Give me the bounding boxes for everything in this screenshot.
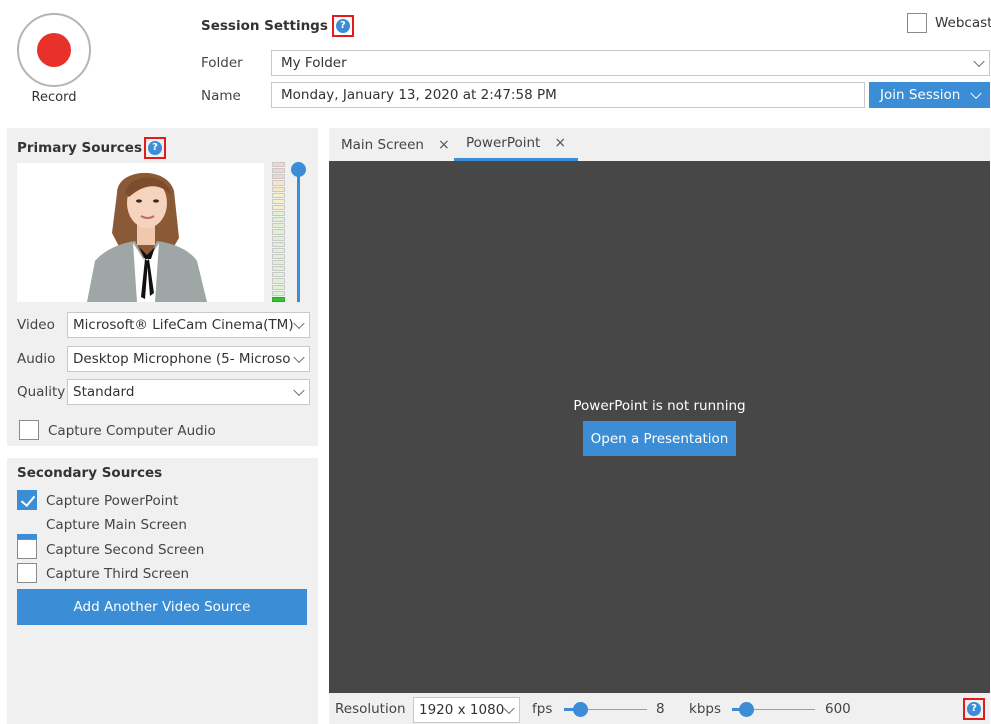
webcam-preview — [17, 163, 264, 302]
capture-second-screen-label: Capture Second Screen — [46, 542, 205, 558]
session-name-input[interactable]: Monday, January 13, 2020 at 2:47:58 PM — [271, 82, 865, 108]
primary-sources-help-button[interactable]: ? — [143, 137, 166, 159]
quality-select[interactable]: Standard — [67, 379, 310, 405]
secondary-sources-title: Secondary Sources — [17, 465, 163, 481]
audio-label: Audio — [17, 351, 56, 367]
chevron-down-icon — [970, 87, 982, 100]
record-label: Record — [31, 90, 77, 105]
resolution-value: 1920 x 1080 — [419, 702, 505, 718]
capture-computer-audio-checkbox[interactable] — [19, 420, 39, 440]
audio-select[interactable]: Desktop Microphone (5- Microso — [67, 346, 310, 372]
kbps-label: kbps — [689, 701, 721, 717]
tab-powerpoint-label: PowerPoint — [466, 135, 541, 151]
volume-slider-track[interactable] — [297, 170, 300, 302]
source-tabs: Main Screen × PowerPoint × — [329, 128, 990, 161]
viewer-status-message: PowerPoint is not running — [573, 398, 746, 414]
fps-slider-track[interactable] — [582, 709, 647, 710]
capture-second-screen-checkbox[interactable] — [17, 539, 37, 559]
join-session-button[interactable]: Join Session — [869, 82, 990, 108]
tab-main-screen[interactable]: Main Screen × — [341, 128, 450, 161]
capture-main-screen-label: Capture Main Screen — [46, 517, 187, 533]
tab-powerpoint[interactable]: PowerPoint × — [454, 128, 579, 161]
resolution-select[interactable]: 1920 x 1080 — [413, 697, 520, 723]
chevron-down-icon — [973, 55, 985, 68]
quality-value: Standard — [73, 384, 135, 400]
audio-level-meter — [272, 162, 285, 302]
video-value: Microsoft® LifeCam Cinema(TM) — [73, 317, 294, 333]
chevron-down-icon — [293, 384, 305, 397]
folder-select[interactable]: My Folder — [271, 50, 990, 76]
capture-third-screen-checkbox[interactable] — [17, 563, 37, 583]
close-icon[interactable]: × — [554, 135, 566, 151]
capture-third-screen-label: Capture Third Screen — [46, 566, 190, 582]
open-presentation-button[interactable]: Open a Presentation — [583, 421, 736, 456]
session-name-value: Monday, January 13, 2020 at 2:47:58 PM — [281, 87, 557, 103]
kbps-slider-track[interactable] — [747, 709, 815, 710]
name-label: Name — [201, 88, 241, 104]
join-session-label: Join Session — [880, 87, 961, 103]
kbps-slider-thumb[interactable] — [739, 702, 754, 717]
video-label: Video — [17, 317, 55, 333]
fps-value: 8 — [656, 701, 665, 717]
audio-value: Desktop Microphone (5- Microso — [73, 351, 291, 367]
session-settings-title: Session Settings ? — [201, 15, 354, 37]
chevron-down-icon — [293, 317, 305, 330]
folder-value: My Folder — [281, 55, 347, 71]
quality-label: Quality — [17, 384, 66, 400]
fps-label: fps — [532, 701, 553, 717]
kbps-value: 600 — [825, 701, 851, 717]
webcast-checkbox[interactable] — [907, 13, 927, 33]
help-icon: ? — [335, 19, 350, 33]
folder-label: Folder — [201, 55, 243, 71]
fps-slider-thumb[interactable] — [573, 702, 588, 717]
record-icon — [37, 33, 71, 67]
capture-powerpoint-label: Capture PowerPoint — [46, 493, 179, 509]
close-icon[interactable]: × — [438, 137, 450, 153]
record-button[interactable] — [17, 13, 91, 87]
webcast-label: Webcast — [935, 15, 991, 31]
primary-sources-title: Primary Sources ? — [17, 137, 166, 159]
presenter-image — [17, 163, 264, 302]
bottom-help-button[interactable]: ? — [963, 698, 985, 720]
primary-sources-label: Primary Sources — [17, 140, 142, 156]
session-settings-help-button[interactable]: ? — [331, 15, 354, 37]
chevron-down-icon — [503, 702, 515, 715]
add-video-source-button[interactable]: Add Another Video Source — [17, 589, 307, 625]
tab-main-screen-label: Main Screen — [341, 136, 424, 153]
session-settings-label: Session Settings — [201, 18, 328, 34]
help-icon: ? — [147, 141, 162, 155]
resolution-label: Resolution — [335, 701, 406, 717]
capture-computer-audio-label: Capture Computer Audio — [48, 423, 216, 439]
volume-slider-thumb[interactable] — [291, 162, 306, 177]
capture-powerpoint-checkbox[interactable] — [17, 490, 37, 510]
help-icon: ? — [967, 702, 981, 716]
video-select[interactable]: Microsoft® LifeCam Cinema(TM) — [67, 312, 310, 338]
